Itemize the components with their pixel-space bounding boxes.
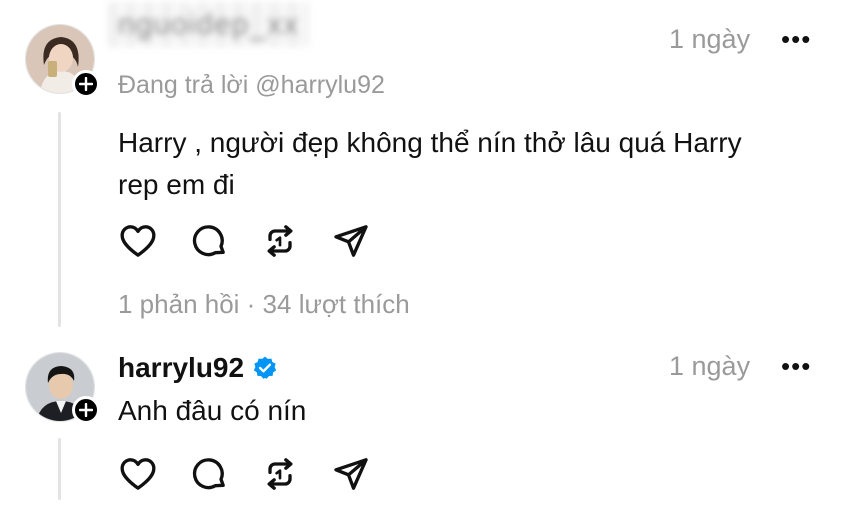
more-button[interactable]: ••• bbox=[781, 351, 811, 382]
plus-icon bbox=[79, 77, 93, 91]
repost-button[interactable] bbox=[258, 219, 302, 263]
share-icon bbox=[334, 458, 368, 490]
heart-icon bbox=[120, 458, 156, 490]
comment-stats[interactable]: 1 phản hồi · 34 lượt thích bbox=[118, 289, 410, 320]
share-icon bbox=[334, 225, 368, 257]
verified-badge-icon bbox=[253, 356, 277, 379]
plus-icon bbox=[79, 403, 93, 417]
comment-button[interactable] bbox=[187, 219, 231, 263]
repost-icon bbox=[267, 458, 293, 490]
heart-icon bbox=[120, 225, 156, 257]
more-button[interactable]: ••• bbox=[781, 24, 811, 55]
thread-line bbox=[58, 112, 61, 327]
like-button[interactable] bbox=[116, 452, 160, 496]
comment-icon bbox=[192, 458, 225, 490]
thread-line bbox=[58, 438, 61, 500]
username-link[interactable]: harrylu92 bbox=[118, 352, 278, 384]
replying-to-label[interactable]: Đang trả lời @harrylu92 bbox=[118, 71, 385, 100]
share-button[interactable] bbox=[329, 219, 373, 263]
comment-icon bbox=[192, 225, 225, 257]
like-button[interactable] bbox=[116, 219, 160, 263]
repost-button[interactable] bbox=[258, 452, 302, 496]
username-text: nguoidep_xx bbox=[108, 2, 310, 47]
share-button[interactable] bbox=[329, 452, 373, 496]
username-link[interactable]: nguoidep_xx bbox=[108, 2, 310, 47]
comment-button[interactable] bbox=[187, 452, 231, 496]
more-icon: ••• bbox=[781, 351, 812, 381]
comment-text-line: Harry , người đẹp không thể nín thở lâu … bbox=[118, 127, 742, 158]
repost-icon bbox=[267, 225, 293, 257]
follow-plus-button[interactable] bbox=[72, 70, 100, 98]
timestamp: 1 ngày bbox=[669, 351, 751, 381]
comment-text: Harry , người đẹp không thể nín thở lâu … bbox=[118, 122, 742, 206]
follow-plus-button[interactable] bbox=[72, 396, 100, 424]
comment-text-line: rep em đi bbox=[118, 169, 235, 200]
timestamp: 1 ngày bbox=[669, 24, 751, 54]
comment-text: Anh đâu có nín bbox=[118, 395, 307, 426]
username-text: harrylu92 bbox=[118, 352, 245, 383]
more-icon: ••• bbox=[781, 24, 812, 54]
